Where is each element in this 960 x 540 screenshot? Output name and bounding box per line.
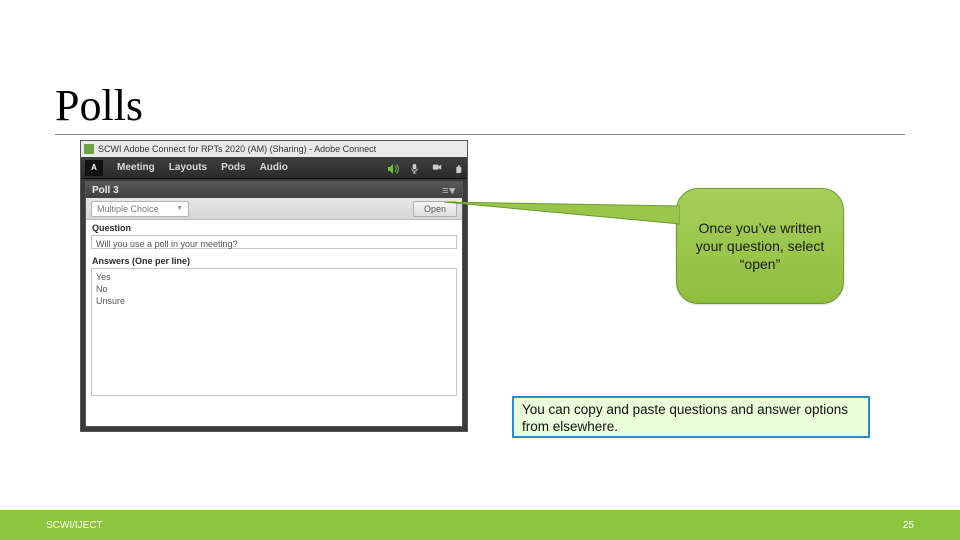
webcam-icon[interactable] [431,163,441,173]
window-titlebar: SCWI Adobe Connect for RPTs 2020 (AM) (S… [81,141,467,157]
pod-header: Poll 3 ≡▾ [86,182,462,198]
page-number: 25 [903,520,914,531]
poll-pod: Poll 3 ≡▾ Multiple Choice ▼ Open Questio… [85,181,463,427]
menu-audio[interactable]: Audio [260,162,288,173]
footer-bar: SCWI/IJECT 25 [0,510,960,540]
answers-label: Answers (One per line) [86,253,462,268]
chevron-down-icon: ▼ [176,205,183,212]
mic-icon[interactable] [409,163,419,173]
poll-type-select[interactable]: Multiple Choice ▼ [91,201,189,217]
adobe-logo-icon: A [85,160,103,176]
callout-pointer-icon [444,202,680,228]
menu-meeting[interactable]: Meeting [117,162,155,173]
window-title: SCWI Adobe Connect for RPTs 2020 (AM) (S… [98,144,376,154]
question-input[interactable]: Will you use a poll in your meeting? [91,235,457,249]
footer-left: SCWI/IJECT [46,520,103,531]
speaker-icon[interactable] [387,163,397,173]
menu-pods[interactable]: Pods [221,162,245,173]
pod-title: Poll 3 [92,185,119,196]
pod-toolbar: Multiple Choice ▼ Open [86,198,462,220]
callout-bubble: Once you’ve written your question, selec… [676,188,844,304]
menu-bar: A Meeting Layouts Pods Audio [81,157,467,179]
adobe-connect-window: SCWI Adobe Connect for RPTs 2020 (AM) (S… [80,140,468,432]
poll-type-value: Multiple Choice [97,204,159,214]
tip-note: You can copy and paste questions and ans… [512,396,870,438]
menu-layouts[interactable]: Layouts [169,162,207,173]
raise-hand-icon[interactable] [453,163,463,173]
title-divider [55,134,905,135]
answers-input[interactable]: Yes No Unsure [91,268,457,396]
callout: Once you’ve written your question, selec… [676,188,844,304]
question-label: Question [86,220,462,235]
pod-options-icon[interactable]: ≡▾ [442,184,456,197]
slide-title: Polls [55,80,143,131]
tip-note-text: You can copy and paste questions and ans… [522,402,848,434]
app-icon [84,144,94,154]
callout-text: Once you’ve written your question, selec… [691,219,829,274]
open-button[interactable]: Open [413,201,457,217]
